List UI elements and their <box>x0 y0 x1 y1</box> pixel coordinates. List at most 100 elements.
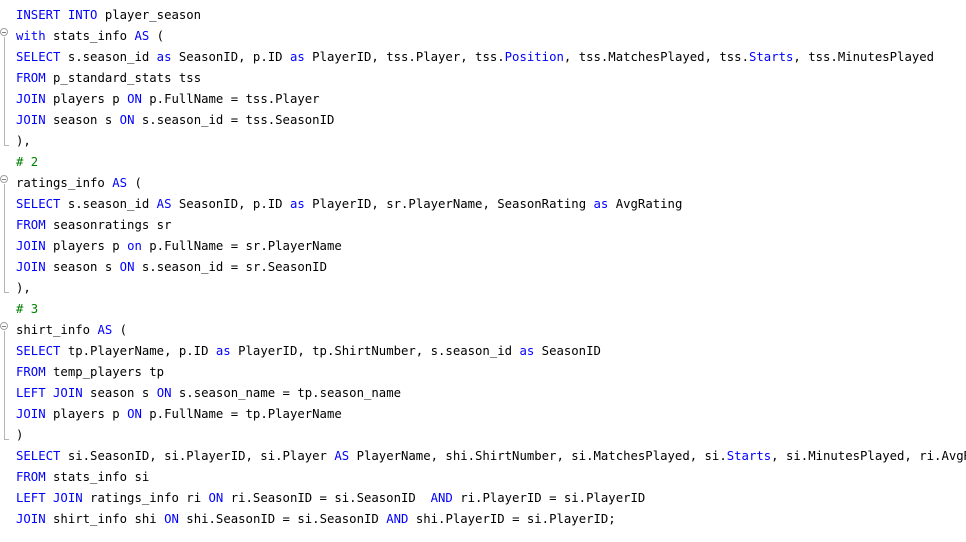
sql-keyword: Position <box>504 50 564 64</box>
sql-token: tp.PlayerName, p.ID <box>60 344 216 358</box>
sql-token: ri.PlayerID = si.PlayerID <box>452 491 646 505</box>
code-line[interactable]: JOIN season s ON s.season_id = tss.Seaso… <box>16 110 334 131</box>
sql-token: players p <box>45 92 128 106</box>
sql-token: , tss.MinutesPlayed <box>793 50 935 64</box>
sql-keyword: AS <box>134 29 150 43</box>
sql-keyword: AND <box>386 512 409 526</box>
sql-token: PlayerName, shi.ShirtNumber, si.MatchesP… <box>349 449 727 463</box>
fold-collapse-icon[interactable] <box>0 322 8 330</box>
sql-keyword: Starts <box>748 50 794 64</box>
fold-guide <box>4 37 5 145</box>
sql-keyword: ON <box>156 386 172 400</box>
code-line[interactable]: FROM p_standard_stats tss <box>16 68 201 89</box>
fold-guide <box>4 184 5 292</box>
code-line[interactable]: JOIN players p on p.FullName = sr.Player… <box>16 236 342 257</box>
sql-keyword: as <box>289 50 305 64</box>
sql-keyword: as <box>215 344 231 358</box>
sql-token: s.season_name = tp.season_name <box>171 386 402 400</box>
sql-token: si.SeasonID, si.PlayerID, si.Player <box>60 449 335 463</box>
sql-keyword: as <box>289 197 305 211</box>
sql-keyword: LEFT JOIN <box>16 386 83 400</box>
sql-keyword: LEFT JOIN <box>16 491 83 505</box>
sql-keyword: JOIN <box>16 512 46 526</box>
code-line[interactable]: ), <box>16 131 31 152</box>
code-line[interactable]: with stats_info AS ( <box>16 26 164 47</box>
sql-keyword: INSERT INTO <box>16 8 98 22</box>
sql-token: ( <box>127 176 142 190</box>
code-line[interactable]: LEFT JOIN season s ON s.season_name = tp… <box>16 383 401 404</box>
sql-token: s.season_id = tss.SeasonID <box>134 113 335 127</box>
fold-guide-end <box>4 439 9 440</box>
sql-token: season s <box>45 260 120 274</box>
sql-comment: # 3 <box>16 302 39 316</box>
fold-guide-end <box>4 292 9 293</box>
sql-keyword: ON <box>164 512 179 526</box>
sql-keyword: Starts <box>726 449 772 463</box>
sql-keyword: on <box>127 239 142 253</box>
sql-keyword: AS <box>156 197 172 211</box>
sql-token: ri.SeasonID = si.SeasonID <box>223 491 431 505</box>
sql-token: season s <box>45 113 120 127</box>
sql-keyword: FROM <box>16 71 46 85</box>
sql-keyword: FROM <box>16 218 46 232</box>
code-line[interactable]: # 2 <box>16 152 38 173</box>
sql-token: , si.MinutesPlayed, ri.AvgRating <box>771 449 966 463</box>
sql-token: shirt_info <box>16 323 98 337</box>
sql-token: stats_info <box>45 29 135 43</box>
code-line[interactable]: ) <box>16 425 23 446</box>
sql-token: players p <box>45 239 128 253</box>
sql-keyword: ON <box>119 260 135 274</box>
sql-keyword: as <box>156 50 172 64</box>
code-line[interactable]: SELECT s.season_id as SeasonID, p.ID as … <box>16 47 934 68</box>
sql-token: s.season_id <box>60 197 157 211</box>
code-line[interactable]: SELECT tp.PlayerName, p.ID as PlayerID, … <box>16 341 601 362</box>
code-line[interactable]: ratings_info AS ( <box>16 173 142 194</box>
code-line[interactable]: JOIN players p ON p.FullName = tss.Playe… <box>16 89 320 110</box>
code-line[interactable]: INSERT INTO player_season <box>16 5 201 26</box>
sql-token: player_season <box>97 8 202 22</box>
sql-keyword: AS <box>112 176 128 190</box>
sql-token: shirt_info shi <box>45 512 165 526</box>
code-line[interactable]: # 3 <box>16 299 38 320</box>
sql-token: PlayerID, tp.ShirtNumber, s.season_id <box>230 344 520 358</box>
code-line[interactable]: FROM stats_info si <box>16 467 149 488</box>
code-line[interactable]: FROM temp_players tp <box>16 362 164 383</box>
sql-keyword: ON <box>208 491 224 505</box>
code-line[interactable]: JOIN season s ON s.season_id = sr.Season… <box>16 257 327 278</box>
sql-keyword: FROM <box>16 365 46 379</box>
sql-token: ) <box>16 428 24 442</box>
sql-keyword: JOIN <box>16 113 46 127</box>
sql-keyword: ON <box>127 92 142 106</box>
sql-token: PlayerID, tss.Player, tss. <box>304 50 505 64</box>
sql-keyword: as <box>593 197 609 211</box>
sql-token: ratings_info <box>16 176 113 190</box>
code-line[interactable]: shirt_info AS ( <box>16 320 127 341</box>
code-line[interactable]: FROM seasonratings sr <box>16 215 171 236</box>
sql-token: season s <box>82 386 157 400</box>
sql-token: PlayerID, sr.PlayerName, SeasonRating <box>304 197 594 211</box>
code-line[interactable]: ), <box>16 278 31 299</box>
sql-keyword: ON <box>127 407 142 421</box>
fold-collapse-icon[interactable] <box>0 175 8 183</box>
sql-token: ), <box>16 134 31 148</box>
sql-token: seasonratings sr <box>45 218 172 232</box>
sql-keyword: JOIN <box>16 239 46 253</box>
code-line[interactable]: JOIN players p ON p.FullName = tp.Player… <box>16 404 342 425</box>
code-line[interactable]: SELECT si.SeasonID, si.PlayerID, si.Play… <box>16 446 966 467</box>
sql-keyword: AS <box>97 323 113 337</box>
fold-collapse-icon[interactable] <box>0 28 8 36</box>
fold-guide <box>4 331 5 439</box>
code-line[interactable]: LEFT JOIN ratings_info ri ON ri.SeasonID… <box>16 488 645 509</box>
code-line[interactable]: JOIN shirt_info shi ON shi.SeasonID = si… <box>16 509 616 530</box>
sql-keyword: SELECT <box>16 449 61 463</box>
sql-token: AvgRating <box>608 197 683 211</box>
sql-token: shi.PlayerID = si.PlayerID; <box>408 512 616 526</box>
sql-token: s.season_id = sr.SeasonID <box>134 260 327 274</box>
sql-keyword: AS <box>334 449 350 463</box>
sql-keyword: as <box>519 344 535 358</box>
sql-token: p_standard_stats tss <box>45 71 202 85</box>
code-line[interactable]: SELECT s.season_id AS SeasonID, p.ID as … <box>16 194 682 215</box>
sql-code-editor[interactable]: INSERT INTO player_season with stats_info… <box>0 0 966 542</box>
fold-guide-end <box>4 145 9 146</box>
sql-token: p.FullName = sr.PlayerName <box>141 239 342 253</box>
